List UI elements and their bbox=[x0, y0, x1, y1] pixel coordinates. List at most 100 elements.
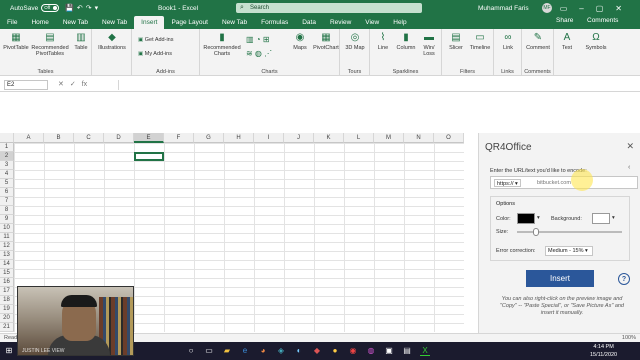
illustrations-button[interactable]: ◆ Illustrations bbox=[95, 32, 129, 51]
app-icon[interactable]: ◈ bbox=[276, 346, 286, 356]
search-icon[interactable]: ○ bbox=[186, 346, 196, 356]
line-sparkline-button[interactable]: ⌇ Line bbox=[374, 32, 392, 51]
row-header[interactable]: 4 bbox=[0, 170, 14, 179]
close-icon[interactable]: ✕ bbox=[626, 141, 634, 152]
tab-home[interactable]: Home bbox=[24, 16, 55, 29]
app-icon[interactable]: ● bbox=[330, 346, 340, 356]
row-header[interactable]: 17 bbox=[0, 287, 14, 296]
task-view-icon[interactable]: ▭ bbox=[204, 346, 214, 356]
row-header[interactable]: 9 bbox=[0, 215, 14, 224]
row-header[interactable]: 14 bbox=[0, 260, 14, 269]
tab-page-layout[interactable]: Page Layout bbox=[164, 16, 215, 29]
winloss-sparkline-button[interactable]: ▬ Win/ Loss bbox=[420, 32, 438, 57]
tab-data[interactable]: Data bbox=[295, 16, 323, 29]
my-addins-button[interactable]: ▣ My Add-ins bbox=[138, 51, 172, 57]
column-header[interactable]: M bbox=[374, 133, 404, 143]
user-name[interactable]: Muhammad Faris bbox=[478, 5, 529, 12]
size-slider[interactable] bbox=[517, 228, 622, 236]
column-header[interactable]: D bbox=[104, 133, 134, 143]
tab-view[interactable]: View bbox=[358, 16, 386, 29]
row-header[interactable]: 18 bbox=[0, 296, 14, 305]
background-picker[interactable] bbox=[592, 213, 610, 224]
search-box[interactable]: ⌕ Search bbox=[236, 3, 422, 13]
timeline-button[interactable]: ▭ Timeline bbox=[467, 32, 493, 51]
app-icon[interactable]: ◍ bbox=[366, 346, 376, 356]
column-header[interactable]: L bbox=[344, 133, 374, 143]
formula-input[interactable] bbox=[118, 80, 633, 90]
column-header[interactable]: K bbox=[314, 133, 344, 143]
chevron-down-icon[interactable]: ▾ bbox=[612, 215, 615, 221]
chart-type-icons[interactable]: ▥ ◔ ⊞ bbox=[246, 35, 270, 44]
column-header[interactable]: H bbox=[224, 133, 254, 143]
row-header[interactable]: 12 bbox=[0, 242, 14, 251]
fx-icon[interactable]: fx bbox=[82, 81, 87, 88]
symbols-button[interactable]: Ω Symbols bbox=[582, 32, 610, 51]
row-header[interactable]: 19 bbox=[0, 305, 14, 314]
chevron-down-icon[interactable]: ▾ bbox=[537, 215, 540, 221]
tab-new-tab[interactable]: New Tab bbox=[56, 16, 95, 29]
tab-review[interactable]: Review bbox=[323, 16, 358, 29]
row-header[interactable]: 10 bbox=[0, 224, 14, 233]
tab-help[interactable]: Help bbox=[386, 16, 413, 29]
comment-button[interactable]: ✎ Comment bbox=[524, 32, 552, 51]
pivotchart-button[interactable]: ▦ PivotChart bbox=[312, 32, 340, 51]
3d-map-button[interactable]: ◎ 3D Map bbox=[343, 32, 367, 51]
column-header[interactable]: F bbox=[164, 133, 194, 143]
slicer-button[interactable]: ▤ Slicer bbox=[446, 32, 466, 51]
row-header[interactable]: 16 bbox=[0, 278, 14, 287]
recommended-charts-button[interactable]: ▮ Recommended Charts bbox=[202, 32, 242, 57]
protocol-select[interactable]: https:// ▾ bbox=[494, 179, 521, 187]
recommended-pivottables-button[interactable]: ▤ Recommended PivotTables bbox=[31, 32, 69, 57]
edge-icon[interactable]: e bbox=[240, 346, 250, 356]
window-controls[interactable]: ▭–▢✕ bbox=[560, 4, 634, 13]
size-slider-knob[interactable] bbox=[532, 228, 539, 236]
column-header[interactable]: G bbox=[194, 133, 224, 143]
app-icon[interactable]: ◉ bbox=[348, 346, 358, 356]
row-header[interactable]: 15 bbox=[0, 269, 14, 278]
row-header[interactable]: 6 bbox=[0, 188, 14, 197]
excel-icon[interactable]: X bbox=[420, 346, 430, 356]
text-button[interactable]: A Text bbox=[558, 32, 576, 51]
tab-new-tab[interactable]: New Tab bbox=[215, 16, 254, 29]
column-header[interactable]: J bbox=[284, 133, 314, 143]
zoom-level[interactable]: 100% bbox=[622, 335, 636, 341]
select-all-corner[interactable] bbox=[0, 133, 14, 143]
chart-type-icons-row2[interactable]: ≋ ◍ ⋰ bbox=[246, 49, 272, 58]
row-header[interactable]: 7 bbox=[0, 197, 14, 206]
url-input[interactable]: bitbucket.com bbox=[537, 179, 571, 187]
row-header[interactable]: 11 bbox=[0, 233, 14, 242]
table-button[interactable]: ▥ Table bbox=[71, 32, 91, 51]
column-header[interactable]: E bbox=[134, 133, 164, 143]
share-button[interactable]: Share bbox=[556, 17, 573, 24]
column-header[interactable]: O bbox=[434, 133, 464, 143]
selected-cell[interactable] bbox=[134, 152, 164, 161]
info-icon[interactable]: ? bbox=[618, 273, 630, 285]
row-header[interactable]: 13 bbox=[0, 251, 14, 260]
column-header[interactable]: N bbox=[404, 133, 434, 143]
row-header[interactable]: 2 bbox=[0, 152, 14, 161]
error-correction-select[interactable]: Medium - 15% ▾ bbox=[545, 246, 593, 256]
tab-formulas[interactable]: Formulas bbox=[254, 16, 295, 29]
pivottable-button[interactable]: ▦ PivotTable bbox=[3, 32, 29, 51]
insert-button[interactable]: Insert bbox=[526, 270, 594, 287]
column-header[interactable]: C bbox=[74, 133, 104, 143]
app-icon[interactable]: ▤ bbox=[402, 346, 412, 356]
column-header[interactable]: I bbox=[254, 133, 284, 143]
row-header[interactable]: 21 bbox=[0, 323, 14, 332]
column-sparkline-button[interactable]: ▮ Column bbox=[395, 32, 417, 51]
row-header[interactable]: 20 bbox=[0, 314, 14, 323]
app-icon[interactable]: ◐ bbox=[294, 346, 304, 356]
row-header[interactable]: 1 bbox=[0, 143, 14, 152]
tab-new-tab[interactable]: New Tab bbox=[95, 16, 134, 29]
get-addins-button[interactable]: ▣ Get Add-ins bbox=[138, 37, 173, 43]
maps-button[interactable]: ◉ Maps bbox=[290, 32, 310, 51]
chevron-left-icon[interactable]: ‹ bbox=[628, 164, 630, 171]
avatar[interactable]: MF bbox=[542, 3, 552, 13]
color-picker[interactable] bbox=[517, 213, 535, 224]
row-header[interactable]: 8 bbox=[0, 206, 14, 215]
column-header[interactable]: A bbox=[14, 133, 44, 143]
autosave-toggle[interactable]: Off bbox=[41, 4, 60, 12]
comments-button[interactable]: Comments bbox=[587, 17, 618, 24]
row-header[interactable]: 3 bbox=[0, 161, 14, 170]
row-header[interactable]: 5 bbox=[0, 179, 14, 188]
